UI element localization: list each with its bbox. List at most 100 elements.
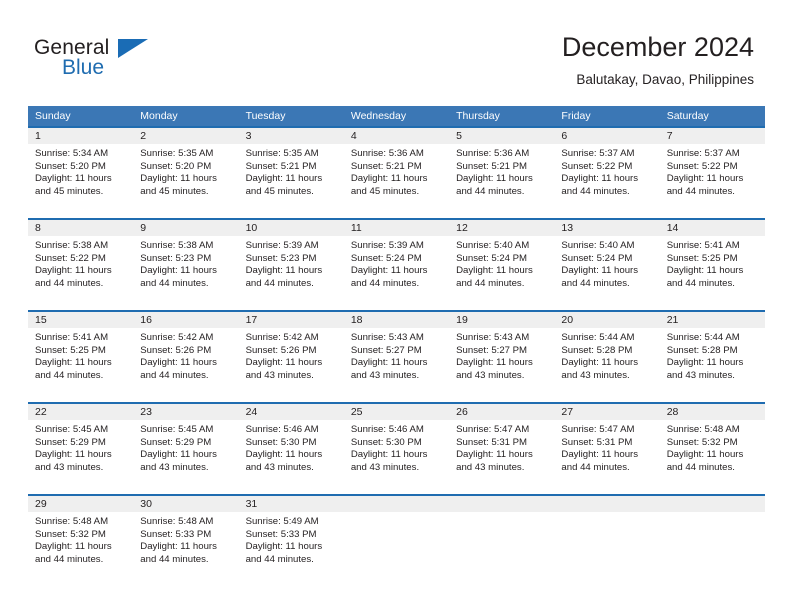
daylight-text-line2: and 43 minutes. bbox=[245, 369, 314, 381]
day-number: 25 bbox=[343, 404, 450, 420]
day-cell[interactable]: 24 Sunrise: 5:46 AM Sunset: 5:30 PM Dayl… bbox=[238, 404, 344, 494]
day-cell[interactable]: 29 Sunrise: 5:48 AM Sunset: 5:32 PM Dayl… bbox=[28, 496, 134, 588]
day-cell[interactable]: 26 Sunrise: 5:47 AM Sunset: 5:31 PM Dayl… bbox=[449, 404, 555, 494]
day-cell[interactable]: 23 Sunrise: 5:45 AM Sunset: 5:29 PM Dayl… bbox=[133, 404, 239, 494]
day-cell[interactable]: 28 Sunrise: 5:48 AM Sunset: 5:32 PM Dayl… bbox=[659, 404, 765, 494]
day-cell[interactable]: 31 Sunrise: 5:49 AM Sunset: 5:33 PM Dayl… bbox=[238, 496, 344, 588]
daylight-text-line1: Daylight: 11 hours bbox=[561, 173, 639, 185]
daylight-text-line2: and 44 minutes. bbox=[666, 185, 735, 197]
sunrise-text: Sunrise: 5:46 AM bbox=[350, 424, 424, 435]
day-cell[interactable]: 10 Sunrise: 5:39 AM Sunset: 5:23 PM Dayl… bbox=[238, 220, 344, 310]
day-cell[interactable]: 25 Sunrise: 5:46 AM Sunset: 5:30 PM Dayl… bbox=[343, 404, 450, 494]
sunset-text: Sunset: 5:28 PM bbox=[666, 344, 738, 356]
day-cell[interactable]: 22 Sunrise: 5:45 AM Sunset: 5:29 PM Dayl… bbox=[28, 404, 134, 494]
week-row: 1 Sunrise: 5:34 AM Sunset: 5:20 PM Dayli… bbox=[28, 126, 765, 218]
daylight-text-line1: Daylight: 11 hours bbox=[456, 449, 533, 461]
daylight-text-line1: Daylight: 11 hours bbox=[561, 265, 639, 277]
day-number: 20 bbox=[554, 312, 660, 328]
day-cell[interactable]: 12 Sunrise: 5:40 AM Sunset: 5:24 PM Dayl… bbox=[449, 220, 555, 310]
day-number: 1 bbox=[28, 128, 134, 144]
daylight-text-line2: and 44 minutes. bbox=[35, 369, 104, 381]
sunrise-text: Sunrise: 5:37 AM bbox=[666, 148, 740, 159]
brand-name-blue: Blue bbox=[62, 56, 105, 79]
day-cell[interactable]: 8 Sunrise: 5:38 AM Sunset: 5:22 PM Dayli… bbox=[28, 220, 134, 310]
day-details: Sunrise: 5:42 AM Sunset: 5:26 PM Dayligh… bbox=[133, 328, 238, 382]
daylight-text-line2: and 45 minutes. bbox=[35, 185, 104, 197]
sunset-text: Sunset: 5:21 PM bbox=[350, 160, 422, 172]
sunset-text: Sunset: 5:27 PM bbox=[456, 344, 528, 356]
day-cell[interactable]: 17 Sunrise: 5:42 AM Sunset: 5:26 PM Dayl… bbox=[238, 312, 344, 402]
day-details: Sunrise: 5:43 AM Sunset: 5:27 PM Dayligh… bbox=[449, 328, 554, 382]
day-number: 28 bbox=[659, 404, 765, 420]
daylight-text-line2: and 44 minutes. bbox=[561, 277, 630, 289]
day-cell[interactable]: 9 Sunrise: 5:38 AM Sunset: 5:23 PM Dayli… bbox=[133, 220, 239, 310]
day-cell[interactable]: 15 Sunrise: 5:41 AM Sunset: 5:25 PM Dayl… bbox=[28, 312, 134, 402]
day-cell[interactable]: 30 Sunrise: 5:48 AM Sunset: 5:33 PM Dayl… bbox=[133, 496, 239, 588]
day-details: Sunrise: 5:37 AM Sunset: 5:22 PM Dayligh… bbox=[660, 144, 765, 198]
sunrise-text: Sunrise: 5:39 AM bbox=[245, 240, 319, 251]
day-number: 5 bbox=[449, 128, 555, 144]
weekday-header-sunday: Sunday bbox=[35, 110, 71, 122]
daylight-text-line1: Daylight: 11 hours bbox=[245, 357, 323, 369]
sunrise-text: Sunrise: 5:43 AM bbox=[350, 332, 424, 343]
day-cell-empty bbox=[449, 496, 555, 588]
sunrise-text: Sunrise: 5:42 AM bbox=[140, 332, 214, 343]
day-cell[interactable]: 18 Sunrise: 5:43 AM Sunset: 5:27 PM Dayl… bbox=[343, 312, 450, 402]
sunset-text: Sunset: 5:24 PM bbox=[456, 252, 528, 264]
sunrise-text: Sunrise: 5:40 AM bbox=[456, 240, 530, 251]
day-details: Sunrise: 5:39 AM Sunset: 5:24 PM Dayligh… bbox=[344, 236, 449, 290]
day-number: 10 bbox=[238, 220, 344, 236]
day-details: Sunrise: 5:40 AM Sunset: 5:24 PM Dayligh… bbox=[554, 236, 659, 290]
sunset-text: Sunset: 5:23 PM bbox=[140, 252, 212, 264]
day-cell[interactable]: 13 Sunrise: 5:40 AM Sunset: 5:24 PM Dayl… bbox=[554, 220, 660, 310]
day-cell[interactable]: 11 Sunrise: 5:39 AM Sunset: 5:24 PM Dayl… bbox=[343, 220, 450, 310]
day-cell[interactable]: 21 Sunrise: 5:44 AM Sunset: 5:28 PM Dayl… bbox=[659, 312, 765, 402]
day-number: 9 bbox=[133, 220, 239, 236]
day-details: Sunrise: 5:43 AM Sunset: 5:27 PM Dayligh… bbox=[344, 328, 449, 382]
day-cell[interactable]: 27 Sunrise: 5:47 AM Sunset: 5:31 PM Dayl… bbox=[554, 404, 660, 494]
daylight-text-line1: Daylight: 11 hours bbox=[140, 541, 217, 553]
day-cell[interactable]: 2 Sunrise: 5:35 AM Sunset: 5:20 PM Dayli… bbox=[133, 128, 239, 218]
daylight-text-line1: Daylight: 11 hours bbox=[666, 449, 744, 461]
day-details: Sunrise: 5:45 AM Sunset: 5:29 PM Dayligh… bbox=[28, 420, 133, 474]
day-number: 24 bbox=[238, 404, 344, 420]
sunset-text: Sunset: 5:30 PM bbox=[245, 436, 317, 448]
daylight-text-line1: Daylight: 11 hours bbox=[245, 265, 323, 277]
sunset-text: Sunset: 5:30 PM bbox=[350, 436, 422, 448]
day-details: Sunrise: 5:44 AM Sunset: 5:28 PM Dayligh… bbox=[554, 328, 659, 382]
daylight-text-line1: Daylight: 11 hours bbox=[35, 541, 112, 553]
day-cell[interactable]: 4 Sunrise: 5:36 AM Sunset: 5:21 PM Dayli… bbox=[343, 128, 450, 218]
daylight-text-line2: and 43 minutes. bbox=[35, 461, 104, 473]
daylight-text-line2: and 44 minutes. bbox=[666, 277, 735, 289]
sunrise-text: Sunrise: 5:41 AM bbox=[35, 332, 109, 343]
sunset-text: Sunset: 5:27 PM bbox=[350, 344, 422, 356]
day-number bbox=[659, 496, 765, 512]
sunset-text: Sunset: 5:21 PM bbox=[456, 160, 528, 172]
daylight-text-line2: and 43 minutes. bbox=[350, 461, 420, 473]
daylight-text-line2: and 43 minutes. bbox=[666, 369, 735, 381]
day-cell[interactable]: 19 Sunrise: 5:43 AM Sunset: 5:27 PM Dayl… bbox=[449, 312, 555, 402]
day-cell[interactable]: 6 Sunrise: 5:37 AM Sunset: 5:22 PM Dayli… bbox=[554, 128, 660, 218]
sunrise-text: Sunrise: 5:48 AM bbox=[666, 424, 740, 435]
day-number: 27 bbox=[554, 404, 660, 420]
day-cell[interactable]: 5 Sunrise: 5:36 AM Sunset: 5:21 PM Dayli… bbox=[449, 128, 555, 218]
week-row: 15 Sunrise: 5:41 AM Sunset: 5:25 PM Dayl… bbox=[28, 310, 765, 402]
day-details: Sunrise: 5:34 AM Sunset: 5:20 PM Dayligh… bbox=[28, 144, 133, 198]
daylight-text-line2: and 44 minutes. bbox=[561, 461, 630, 473]
daylight-text-line1: Daylight: 11 hours bbox=[561, 357, 639, 369]
sunset-text: Sunset: 5:22 PM bbox=[35, 252, 106, 264]
day-cell[interactable]: 20 Sunrise: 5:44 AM Sunset: 5:28 PM Dayl… bbox=[554, 312, 660, 402]
day-cell[interactable]: 3 Sunrise: 5:35 AM Sunset: 5:21 PM Dayli… bbox=[238, 128, 344, 218]
day-cell-empty bbox=[343, 496, 450, 588]
daylight-text-line1: Daylight: 11 hours bbox=[456, 265, 533, 277]
day-cell[interactable]: 1 Sunrise: 5:34 AM Sunset: 5:20 PM Dayli… bbox=[28, 128, 134, 218]
sunrise-text: Sunrise: 5:37 AM bbox=[561, 148, 635, 159]
day-cell[interactable]: 14 Sunrise: 5:41 AM Sunset: 5:25 PM Dayl… bbox=[659, 220, 765, 310]
day-number: 22 bbox=[28, 404, 134, 420]
day-number: 4 bbox=[343, 128, 450, 144]
day-number: 26 bbox=[449, 404, 555, 420]
day-details: Sunrise: 5:47 AM Sunset: 5:31 PM Dayligh… bbox=[554, 420, 659, 474]
day-cell[interactable]: 7 Sunrise: 5:37 AM Sunset: 5:22 PM Dayli… bbox=[659, 128, 765, 218]
sunrise-text: Sunrise: 5:36 AM bbox=[456, 148, 530, 159]
day-cell[interactable]: 16 Sunrise: 5:42 AM Sunset: 5:26 PM Dayl… bbox=[133, 312, 239, 402]
